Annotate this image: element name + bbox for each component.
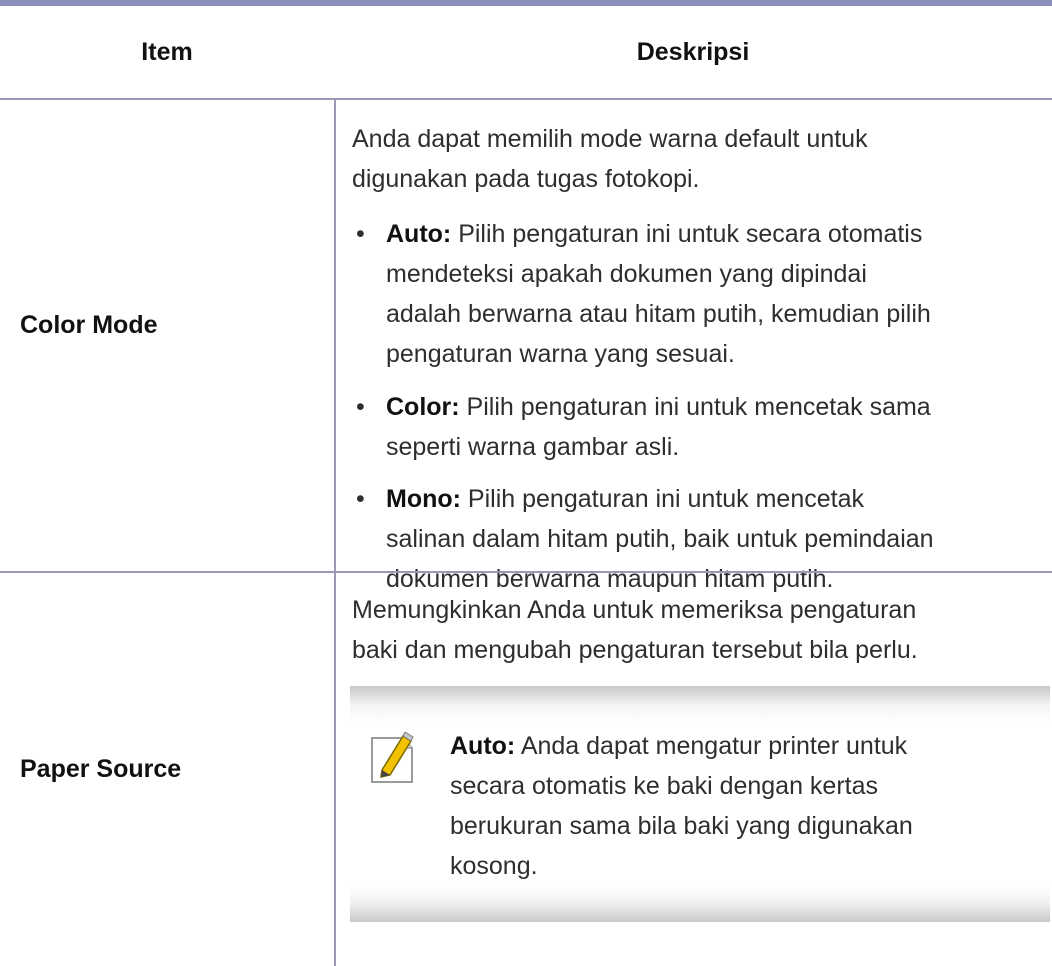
- option-term: Auto:: [386, 220, 452, 248]
- column-header-item: Item: [141, 38, 193, 66]
- option-term: Color:: [386, 393, 460, 421]
- color-mode-options: • Color: Pilih pengaturan ini untuk menc…: [352, 387, 1042, 467]
- option-text: mendeteksi apakah dokumen yang dipindai: [386, 260, 867, 288]
- option-text: dokumen berwarna maupun hitam putih.: [386, 565, 834, 593]
- intro-line: baki dan mengubah pengaturan tersebut bi…: [352, 636, 918, 664]
- column-divider: [334, 98, 336, 966]
- bullet-icon: •: [356, 393, 365, 421]
- option-mono: • Mono: Pilih pengaturan ini untuk mence…: [352, 479, 1042, 599]
- color-mode-intro: Anda dapat memilih mode warna default un…: [352, 119, 1042, 199]
- note-box: Auto: Anda dapat mengatur printer untuk …: [350, 686, 1050, 922]
- intro-line: digunakan pada tugas fotokopi.: [352, 165, 700, 193]
- option-term: Mono:: [386, 485, 461, 513]
- note-line: kosong.: [450, 852, 538, 880]
- option-text: Pilih pengaturan ini untuk mencetak sama: [459, 393, 931, 421]
- intro-line: Anda dapat memilih mode warna default un…: [352, 125, 868, 153]
- note-text: Auto: Anda dapat mengatur printer untuk …: [450, 726, 1040, 886]
- note-line: berukuran sama bila baki yang digunakan: [450, 812, 913, 840]
- paper-source-intro: Memungkinkan Anda untuk memeriksa pengat…: [352, 590, 1042, 670]
- settings-table: Item Deskripsi Color Mode Anda dapat mem…: [0, 0, 1052, 966]
- table-top-rule: [0, 0, 1052, 6]
- row-label-paper-source: Paper Source: [20, 755, 182, 783]
- bullet-icon: •: [356, 220, 365, 248]
- row-divider: [0, 571, 1052, 573]
- column-header-description: Deskripsi: [636, 38, 750, 66]
- note-line: Anda dapat mengatur printer untuk: [515, 732, 908, 760]
- option-text: pengaturan warna yang sesuai.: [386, 340, 735, 368]
- note-pencil-icon: [371, 732, 414, 783]
- option-text: Pilih pengaturan ini untuk mencetak: [460, 485, 864, 513]
- option-text: seperti warna gambar asli.: [386, 433, 680, 461]
- note-line: secara otomatis ke baki dengan kertas: [450, 772, 879, 800]
- row-label-color-mode: Color Mode: [20, 311, 158, 339]
- option-text: salinan dalam hitam putih, baik untuk pe…: [386, 525, 934, 553]
- bullet-icon: •: [356, 485, 365, 513]
- color-mode-options: • Auto: Pilih pengaturan ini untuk secar…: [352, 214, 1042, 374]
- option-color: • Color: Pilih pengaturan ini untuk menc…: [352, 387, 1042, 467]
- note-term: Auto:: [450, 732, 516, 760]
- option-text: adalah berwarna atau hitam putih, kemudi…: [386, 300, 931, 328]
- option-text: Pilih pengaturan ini untuk secara otomat…: [451, 220, 923, 248]
- intro-line: Memungkinkan Anda untuk memeriksa pengat…: [352, 596, 917, 624]
- color-mode-options: • Mono: Pilih pengaturan ini untuk mence…: [352, 479, 1042, 599]
- option-auto: • Auto: Pilih pengaturan ini untuk secar…: [352, 214, 1042, 374]
- header-divider: [0, 98, 1052, 100]
